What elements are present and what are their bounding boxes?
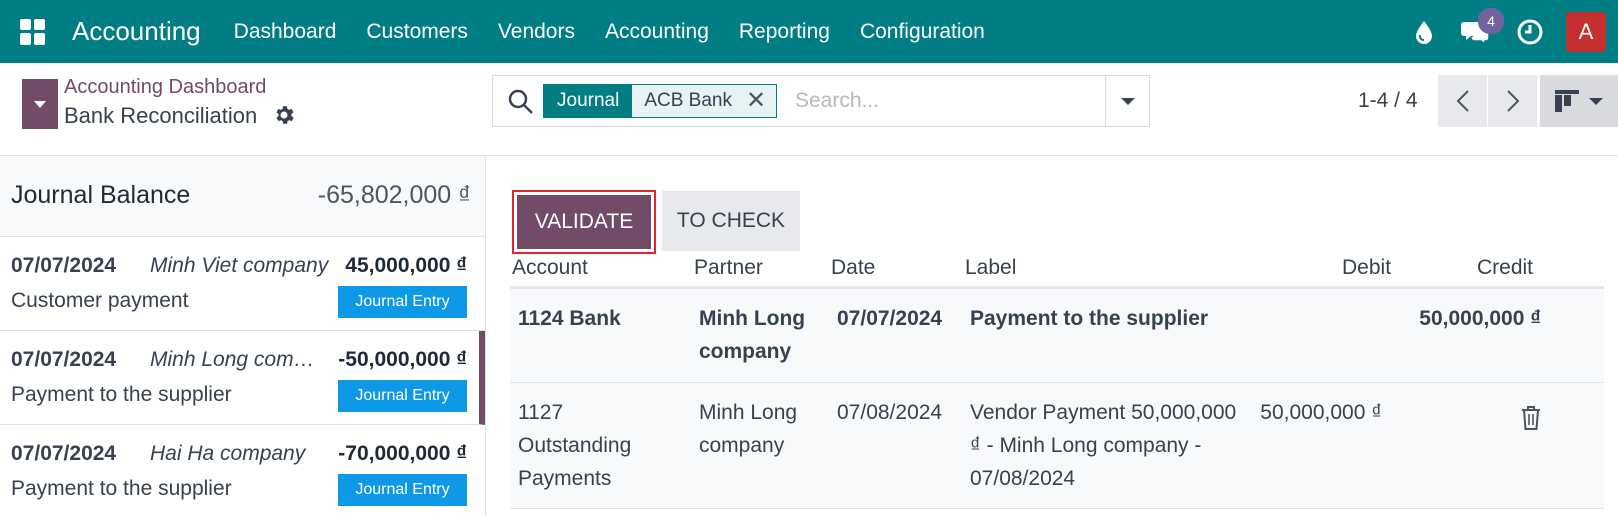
menu-configuration[interactable]: Configuration [845, 20, 1000, 44]
journal-entry-button[interactable]: Journal Entry [338, 380, 467, 412]
validate-button[interactable]: VALIDATE [512, 190, 656, 254]
facet-label: Journal [544, 85, 633, 117]
navbar-systray: 4 A [1402, 0, 1618, 63]
line-partner: Minh Viet company [150, 254, 329, 277]
caret-down-icon [1120, 97, 1135, 105]
statement-lines-panel: Journal Balance -65,802,000 ₫ 07/07/2024… [0, 156, 486, 516]
cell-partner: Minh Long company [699, 307, 806, 363]
pager-previous-button[interactable] [1438, 75, 1487, 127]
cell-date: 07/08/2024 [837, 401, 943, 424]
journal-balance: Journal Balance -65,802,000 ₫ [0, 156, 485, 237]
line-partner: Hai Ha company [150, 442, 306, 465]
cell-partner: Minh Long company [699, 401, 798, 457]
statement-line[interactable]: 07/07/2024 Minh Viet company 45,000,000 … [0, 237, 485, 331]
caret-down-icon [1589, 97, 1603, 105]
trash-icon[interactable] [1520, 405, 1542, 431]
menu-reporting[interactable]: Reporting [724, 20, 845, 44]
column-header-label: Label [965, 256, 1017, 279]
gear-icon[interactable] [272, 103, 296, 127]
search-facet: Journal ACB Bank ✕ [543, 84, 778, 118]
line-date: 07/07/2024 [11, 442, 117, 465]
line-amount: -70,000,000 ₫ [338, 442, 467, 465]
line-date: 07/07/2024 [11, 254, 117, 277]
column-header-partner: Partner [694, 256, 763, 279]
column-header-date: Date [831, 256, 876, 279]
line-amount: -50,000,000 ₫ [338, 348, 467, 371]
menu-vendors[interactable]: Vendors [483, 20, 590, 44]
cell-date: 07/07/2024 [837, 307, 943, 330]
menu-dashboard[interactable]: Dashboard [219, 20, 352, 44]
search-options-toggle[interactable] [1105, 76, 1149, 126]
column-header-debit: Debit [1342, 256, 1392, 279]
cell-label: Vendor Payment 50,000,000 ₫ - Minh Long … [970, 401, 1237, 490]
menu-accounting[interactable]: Accounting [590, 20, 724, 44]
line-amount: 45,000,000 ₫ [345, 254, 467, 277]
pager-value[interactable]: 1-4 / 4 [1358, 89, 1418, 113]
facet-remove-icon[interactable]: ✕ [746, 86, 766, 116]
caret-down-icon [34, 100, 46, 108]
search-bar: Journal ACB Bank ✕ [492, 75, 1150, 127]
view-switcher-button[interactable] [1540, 75, 1618, 127]
user-avatar[interactable]: A [1566, 11, 1606, 52]
kanban-view-icon [1555, 90, 1579, 112]
cell-account: 1127 Outstanding Payments [518, 401, 632, 490]
facet-value-wrapper: ACB Bank ✕ [632, 85, 777, 117]
journal-entry-button[interactable]: Journal Entry [338, 474, 467, 506]
drop-icon[interactable] [1402, 0, 1446, 63]
cell-account: 1124 Bank [518, 307, 621, 330]
chevron-left-icon [1456, 90, 1469, 112]
chat-icon[interactable]: 4 [1446, 0, 1504, 63]
facet-value: ACB Bank [644, 90, 732, 111]
table-row[interactable]: 1127 Outstanding Payments Minh Long comp… [510, 383, 1604, 509]
line-label: Customer payment [11, 289, 189, 312]
clock-icon[interactable] [1504, 0, 1556, 63]
breadcrumb-parent-link[interactable]: Accounting Dashboard [64, 76, 266, 99]
journal-entry-button[interactable]: Journal Entry [338, 286, 467, 318]
cell-label: Payment to the supplier [970, 307, 1209, 330]
column-header-credit: Credit [1477, 256, 1534, 279]
breadcrumb-toggle-button[interactable] [22, 79, 58, 129]
column-header-account: Account [512, 256, 588, 279]
search-input[interactable] [795, 84, 1095, 118]
cell-debit: 50,000,000 ₫ [1260, 401, 1382, 424]
line-partner: Minh Long company [150, 348, 325, 371]
page-title: Bank Reconciliation [64, 103, 258, 128]
top-navbar: Accounting Dashboard Customers Vendors A… [0, 0, 1618, 63]
journal-balance-value: -65,802,000 ₫ [317, 181, 471, 209]
menu-customers[interactable]: Customers [351, 20, 483, 44]
chat-badge: 4 [1478, 8, 1504, 34]
cell-credit: 50,000,000 ₫ [1419, 307, 1541, 330]
search-icon[interactable] [507, 88, 535, 116]
pager-next-button[interactable] [1488, 75, 1537, 127]
line-label: Payment to the supplier [11, 477, 232, 500]
line-date: 07/07/2024 [11, 348, 117, 371]
table-row[interactable]: 1124 Bank Minh Long company 07/07/2024 P… [510, 289, 1604, 383]
journal-balance-label: Journal Balance [11, 181, 191, 209]
app-name[interactable]: Accounting [72, 16, 201, 47]
to-check-button[interactable]: TO CHECK [662, 191, 800, 251]
statement-line-selected[interactable]: 07/07/2024 Minh Long company -50,000,000… [0, 331, 485, 425]
control-panel: Accounting Dashboard Bank Reconciliation… [0, 63, 1618, 156]
apps-menu-icon[interactable] [20, 18, 46, 45]
chevron-right-icon [1506, 90, 1519, 112]
validate-label: VALIDATE [517, 195, 651, 249]
statement-line[interactable]: 07/07/2024 Hai Ha company -70,000,000 ₫ … [0, 425, 485, 516]
line-label: Payment to the supplier [11, 383, 232, 406]
